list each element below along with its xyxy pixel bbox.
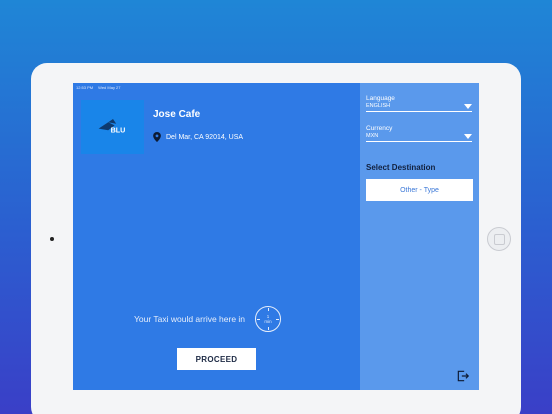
destination-other-button[interactable]: Other - Type <box>366 179 473 201</box>
home-button[interactable] <box>487 227 511 251</box>
logout-icon[interactable] <box>456 369 470 383</box>
language-label: Language <box>366 95 395 102</box>
arrival-text: Your Taxi would arrive here in <box>134 314 246 324</box>
logo-icon: BLU <box>98 119 125 135</box>
proceed-button[interactable]: PROCEED <box>177 348 256 370</box>
venue-name: Jose Cafe <box>153 109 201 120</box>
venue-address-row: Del Mar, CA 92014, USA <box>153 132 243 142</box>
venue-logo: BLU <box>81 100 144 154</box>
language-select[interactable]: Language ENGLISH <box>366 95 472 112</box>
camera <box>50 237 54 241</box>
arrival-row: Your Taxi would arrive here in 1 min <box>134 306 282 332</box>
currency-select[interactable]: Currency MXN <box>366 125 472 142</box>
chevron-down-icon[interactable] <box>464 103 472 109</box>
timer-icon: 1 min <box>255 306 282 332</box>
app-screen: 12:53 PM Wed May 27 100% BLU Jose Cafe D… <box>73 83 479 390</box>
currency-label: Currency <box>366 125 393 132</box>
pin-icon <box>153 132 161 142</box>
chevron-down-icon[interactable] <box>464 133 472 139</box>
logo-text: BLU <box>110 126 125 135</box>
currency-value: MXN <box>366 133 379 139</box>
arrival-unit: min <box>264 319 272 324</box>
venue-address: Del Mar, CA 92014, USA <box>166 133 244 141</box>
settings-sidebar: Language ENGLISH Currency MXN Select Des… <box>360 83 479 390</box>
main-panel: BLU Jose Cafe Del Mar, CA 92014, USA You… <box>73 83 360 390</box>
language-value: ENGLISH <box>366 103 391 109</box>
destination-title: Select Destination <box>366 163 436 172</box>
